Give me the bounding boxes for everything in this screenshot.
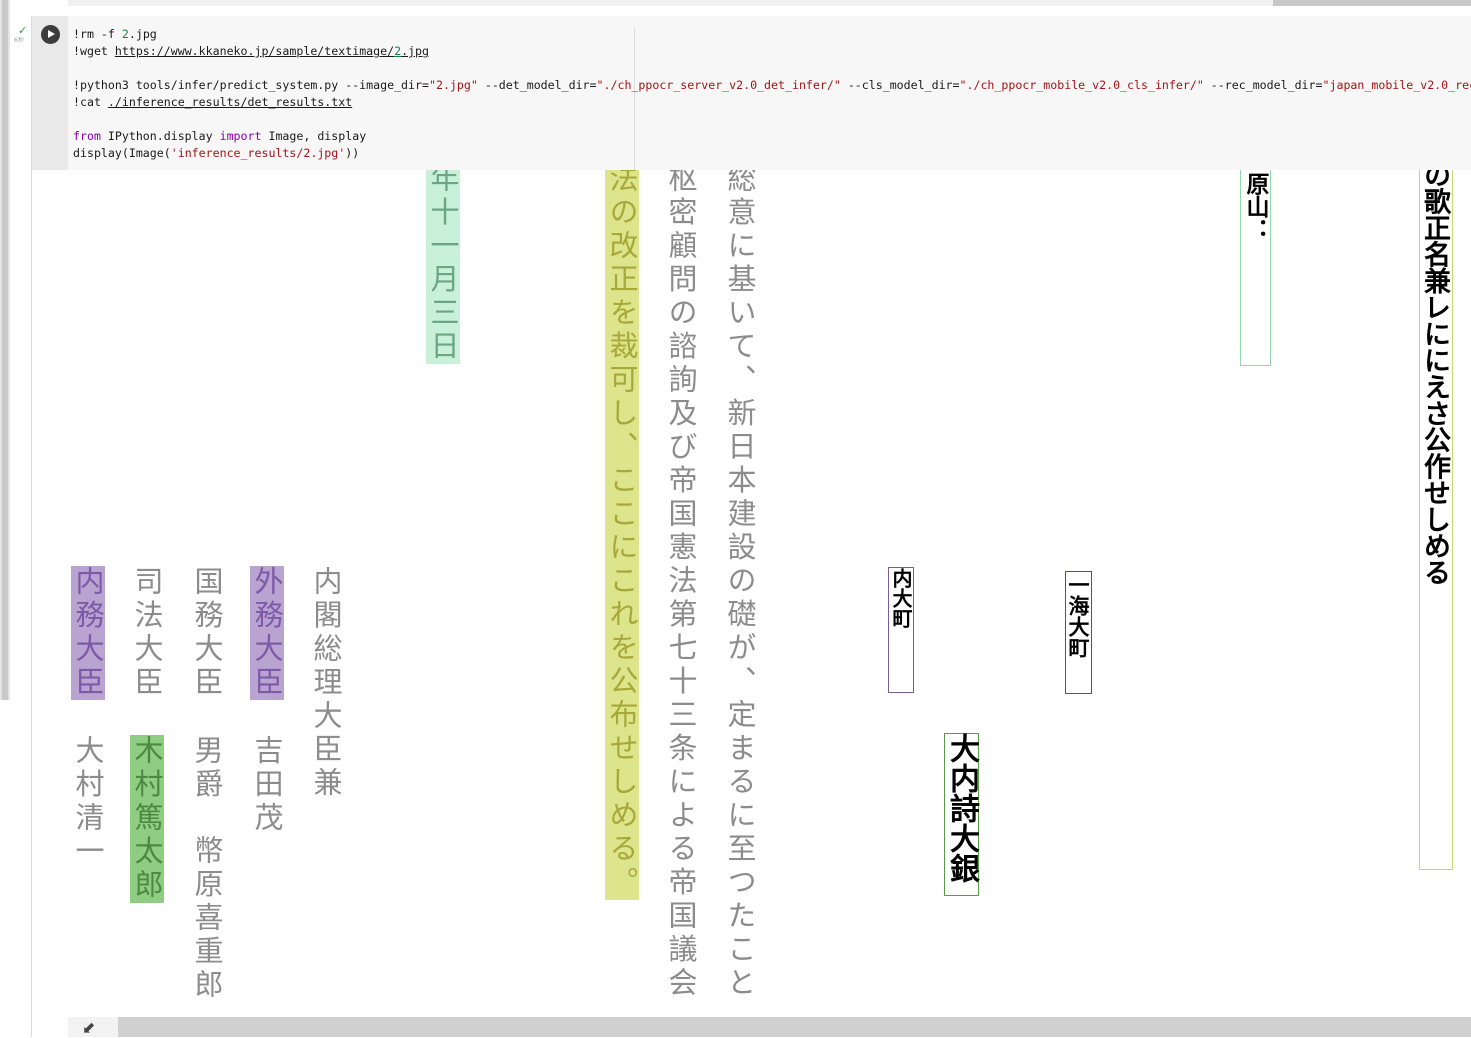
source-text-column: 法の改正を裁可し、ここにこれを公布せしめる。 xyxy=(606,170,638,900)
code-token: --rec_model_dir= xyxy=(1204,78,1323,92)
source-text-column: 枢密顧問の諮詢及び帝国憲法第七十三条による帝国議会 xyxy=(665,170,697,1001)
code-editor[interactable]: !rm -f 2.jpg!wget https://www.kkaneko.jp… xyxy=(73,26,1471,166)
code-token: !cat xyxy=(73,95,108,109)
recognized-text: 内大町 xyxy=(890,568,911,628)
source-text-column: 司法大臣 xyxy=(131,566,163,700)
code-token: IPython.display xyxy=(101,129,220,143)
code-token: --cls_model_dir= xyxy=(841,78,960,92)
recognized-text: 一海大町 xyxy=(1067,574,1089,658)
code-line[interactable]: from IPython.display import Image, displ… xyxy=(73,128,1471,145)
code-token: .jpg xyxy=(129,27,157,41)
code-token: !wget xyxy=(73,44,115,58)
code-token: Image, display xyxy=(261,129,366,143)
execution-time: 6秒 xyxy=(14,37,24,45)
code-line[interactable] xyxy=(73,60,1471,77)
code-token: --det_model_dir= xyxy=(478,78,597,92)
code-line[interactable]: !wget https://www.kkaneko.jp/sample/text… xyxy=(73,43,1471,60)
source-text-column: 外務大臣 xyxy=(251,566,283,700)
left-scrollbar-thumb[interactable] xyxy=(2,0,8,700)
code-line[interactable]: display(Image('inference_results/2.jpg')… xyxy=(73,145,1471,162)
code-token: https://www.kkaneko.jp/sample/textimage/ xyxy=(115,44,394,58)
code-token: import xyxy=(220,129,262,143)
code-line[interactable]: !rm -f 2.jpg xyxy=(73,26,1471,43)
code-token: display(Image( xyxy=(73,146,171,160)
source-text-column: 総意に基いて、新日本建設の礎が、定まるに至つたこと xyxy=(724,170,756,1001)
cell-output-image: 年十一月三日 法の改正を裁可し、ここにこれを公布せしめる。 枢密顧問の諮詢及び帝… xyxy=(68,170,1471,1017)
source-text-column: 内閣総理大臣兼 xyxy=(310,566,342,801)
code-line[interactable] xyxy=(73,111,1471,128)
collapse-arrow-icon[interactable]: ⬋ xyxy=(82,1018,95,1038)
source-text-column: 大村清一 xyxy=(72,735,104,869)
source-text-column: 年十一月三日 xyxy=(427,170,459,364)
code-token: from xyxy=(73,129,101,143)
code-line[interactable]: !python3 tools/infer/predict_system.py -… xyxy=(73,77,1471,94)
source-text-column: 内務大臣 xyxy=(72,566,104,700)
source-text-column: 木村篤太郎 xyxy=(131,735,163,903)
source-text-column: 国務大臣 xyxy=(191,566,223,700)
code-token: !rm -f xyxy=(73,27,122,41)
code-token: 2 xyxy=(122,27,129,41)
recognized-text: 大内詩大銀 xyxy=(945,733,977,883)
bottom-horizontal-scrollbar[interactable] xyxy=(68,1017,1471,1037)
source-text-column: 吉田茂 xyxy=(251,735,283,836)
code-token: .jpg xyxy=(401,44,429,58)
code-token: "japan_mobile_v2.0_rec_infer/" xyxy=(1323,78,1471,92)
code-token: "./ch_ppocr_mobile_v2.0_cls_infer/" xyxy=(960,78,1204,92)
code-token: "./ch_ppocr_server_v2.0_det_infer/" xyxy=(597,78,841,92)
recognized-text: 原山： xyxy=(1243,172,1267,241)
source-text-column: 幣原喜重郎 xyxy=(191,835,223,1003)
top-horizontal-scrollbar-thumb[interactable] xyxy=(1273,0,1471,6)
code-token: )) xyxy=(345,146,359,160)
code-token: ./inference_results/det_results.txt xyxy=(108,95,352,109)
code-line[interactable]: !cat ./inference_results/det_results.txt xyxy=(73,94,1471,111)
code-token: "2.jpg" xyxy=(429,78,478,92)
top-horizontal-scrollbar[interactable] xyxy=(68,0,1471,6)
source-text-column: 男爵 xyxy=(191,735,223,802)
code-token: !python3 tools/infer/predict_system.py -… xyxy=(73,78,429,92)
code-token: 'inference_results/2.jpg' xyxy=(171,146,346,160)
play-icon[interactable] xyxy=(41,25,60,44)
check-icon: ✓ xyxy=(18,25,27,37)
recognized-text: の歌正名兼レににえさ公作せしめる xyxy=(1420,170,1449,585)
left-scrollbar[interactable] xyxy=(0,0,10,700)
